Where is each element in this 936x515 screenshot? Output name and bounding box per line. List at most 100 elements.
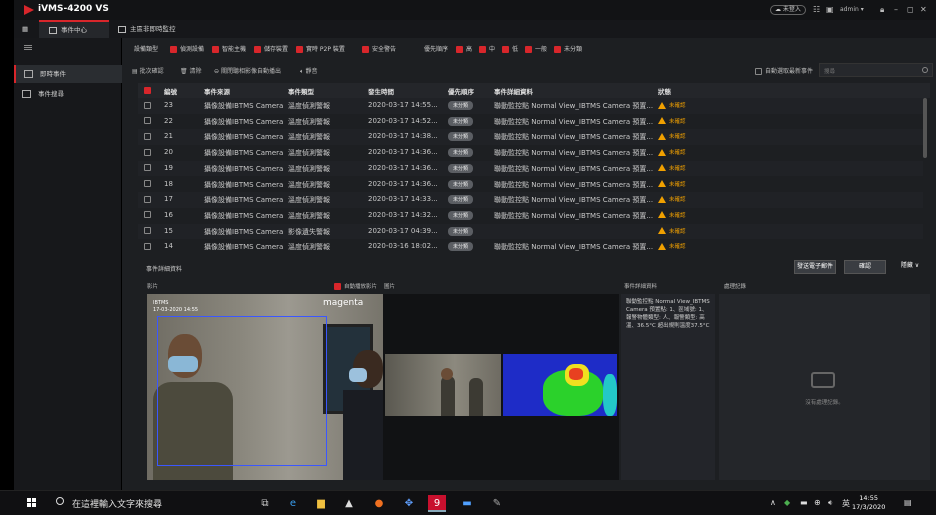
edge-icon[interactable]: e	[284, 495, 302, 512]
maximize-icon[interactable]: ◻	[907, 5, 914, 14]
col-header-detail[interactable]: 事件詳細資料	[494, 86, 533, 96]
ivms-taskbar-icon[interactable]: 9	[428, 495, 446, 512]
filter-type-0[interactable]: 偵測設備	[170, 44, 204, 53]
app-title: iVMS-4200 VS	[38, 4, 109, 14]
col-header-time[interactable]: 發生時間	[368, 86, 394, 96]
taskbar-search-input[interactable]: 在這裡輸入文字來搜尋	[72, 497, 162, 510]
checkbox-icon	[144, 242, 151, 250]
store-icon[interactable]: ▲	[340, 495, 358, 512]
autoplay-checkbox[interactable]: 自動播放影片	[334, 282, 377, 290]
priority-badge: 未分類	[448, 226, 474, 236]
row-checkbox[interactable]	[144, 195, 154, 203]
table-row[interactable]: 19 攝像設備IBTMS Camera ... 溫度偵測警報 2020-03-17 1…	[138, 160, 923, 177]
filter-type-1[interactable]: 智能主機	[212, 44, 246, 53]
row-checkbox[interactable]	[144, 211, 154, 219]
lock-icon[interactable]: 🔒︎	[880, 5, 884, 15]
cell-detail: 聯動監控點 Normal View_IBTMS Camera 預置...	[494, 164, 654, 173]
row-checkbox[interactable]	[144, 180, 154, 188]
checkbox-icon	[362, 46, 369, 53]
tool-icon[interactable]: ✎	[488, 495, 506, 512]
tray-app-icon[interactable]: ◆	[784, 498, 790, 507]
filter-priority-1[interactable]: 中	[479, 44, 495, 53]
sidebar-item-realtime-events[interactable]: 即時事件	[14, 65, 122, 83]
status-text: 未確認	[669, 165, 686, 172]
tray-chevron-icon[interactable]: ∧	[770, 498, 776, 507]
windows-start-icon[interactable]	[27, 498, 37, 508]
cell-time: 2020-03-17 14:33...	[368, 195, 438, 204]
sidebar-item-event-search[interactable]: 事件搜尋	[14, 85, 122, 103]
mute-button[interactable]: 🔈︎ 靜音	[300, 66, 318, 76]
table-scrollbar[interactable]	[923, 98, 927, 158]
network-icon[interactable]: ⊕	[814, 498, 821, 507]
confirm-button[interactable]: 確認	[844, 260, 886, 274]
user-menu[interactable]: admin ▾	[840, 6, 864, 13]
table-row[interactable]: 21 攝像設備IBTMS Camera ... 溫度偵測警報 2020-03-17 1…	[138, 129, 923, 146]
firefox-icon[interactable]: ●	[370, 495, 388, 512]
col-header-status[interactable]: 狀態	[658, 86, 671, 96]
task-view-icon[interactable]: ⧉	[256, 495, 274, 512]
filter-type-2[interactable]: 儲存裝置	[254, 44, 288, 53]
cell-no: 21	[164, 132, 173, 141]
priority-badge: 未分類	[448, 195, 474, 205]
login-status[interactable]: ☁ 未登入	[770, 5, 806, 15]
checkbox-icon	[212, 46, 219, 53]
table-row[interactable]: 16 攝像設備IBTMS Camera ... 溫度偵測警報 2020-03-17 1…	[138, 208, 923, 224]
file-explorer-icon[interactable]: ▆	[312, 495, 330, 512]
table-row[interactable]: 20 攝像設備IBTMS Camera ... 溫度偵測警報 2020-03-17 1…	[138, 145, 923, 161]
input-language[interactable]: 英	[842, 498, 850, 509]
monitor-icon[interactable]: ▣	[826, 5, 834, 14]
hide-details-button[interactable]: 隱藏 ∨	[894, 260, 926, 274]
auto-select-latest[interactable]: 自動選取最新事件	[755, 66, 813, 75]
event-video[interactable]: IBTMS 17-03-2020 14:55 magenta	[147, 294, 383, 480]
list-icon[interactable]: ☷	[813, 5, 820, 14]
filter-type-4[interactable]: 安全警告	[362, 44, 396, 53]
col-header-priority[interactable]: 優先順序	[448, 86, 474, 96]
close-icon[interactable]: ✕	[920, 5, 927, 14]
home-icon[interactable]: ▦	[14, 20, 38, 38]
col-header-source[interactable]: 事件來源	[204, 86, 230, 96]
tab-main-view[interactable]: 主區非即時監控	[114, 20, 214, 38]
search-input[interactable]: 搜尋	[819, 63, 933, 77]
title-bar: iVMS-4200 VS ☁ 未登入 ☷ ▣ admin ▾ 🔒︎ – ◻ ✕	[14, 0, 936, 20]
system-clock[interactable]: 14:55 17/3/2020	[852, 494, 885, 512]
clear-button[interactable]: 🗑︎ 清除	[180, 66, 202, 75]
menu-toggle[interactable]	[14, 38, 122, 56]
status-text: 未確認	[669, 197, 686, 204]
filter-priority-3[interactable]: 一般	[525, 44, 547, 53]
table-row[interactable]: 23 攝像設備IBTMS Camera ... 溫度偵測警報 2020-03-17 1…	[138, 98, 923, 114]
table-row[interactable]: 18 攝像設備IBTMS Camera ... 溫度偵測警報 2020-03-17 1…	[138, 177, 923, 193]
tab-event-center[interactable]: 事件中心	[39, 20, 109, 38]
row-checkbox[interactable]	[144, 117, 154, 125]
notification-icon[interactable]: ▤	[904, 498, 912, 507]
row-checkbox[interactable]	[144, 148, 154, 156]
visible-snapshot[interactable]	[385, 354, 501, 416]
filter-priority-2[interactable]: 低	[502, 44, 518, 53]
filter-type-3[interactable]: 實時 P2P 裝置	[296, 44, 345, 53]
app-icon[interactable]: ▬	[458, 495, 476, 512]
row-checkbox[interactable]	[144, 227, 154, 235]
checkbox-icon	[144, 148, 151, 156]
minimize-icon[interactable]: –	[894, 5, 898, 14]
table-row[interactable]: 14 攝像設備IBTMS Camera ... 溫度偵測警報 2020-03-16 1…	[138, 239, 923, 255]
dropbox-icon[interactable]: ✥	[400, 495, 418, 512]
filter-priority-4[interactable]: 未分類	[554, 44, 582, 53]
thermal-snapshot[interactable]	[503, 354, 617, 416]
record-label: 處理記錄	[724, 284, 747, 290]
col-header-no[interactable]: 編號	[164, 86, 177, 96]
filter-priority-0[interactable]: 高	[456, 44, 472, 53]
row-checkbox[interactable]	[144, 164, 154, 172]
popup-toggle-button[interactable]: ⊖ 關閉聽相影像自動播出	[214, 66, 281, 75]
select-all-checkbox[interactable]	[144, 86, 154, 94]
table-row[interactable]: 22 攝像設備IBTMS Camera ... 溫度偵測警報 2020-03-17 1…	[138, 114, 923, 130]
table-row[interactable]: 15 攝像設備IBTMS Camera 影像遺失警報 2020-03-17 04:39…	[138, 223, 923, 240]
checkbox-icon	[144, 164, 151, 172]
row-checkbox[interactable]	[144, 132, 154, 140]
col-header-type[interactable]: 事件類型	[288, 86, 314, 96]
battery-icon[interactable]: ▬	[800, 498, 808, 507]
batch-confirm-button[interactable]: ▤ 批次確認	[132, 66, 164, 75]
row-checkbox[interactable]	[144, 101, 154, 109]
table-row[interactable]: 17 攝像設備IBTMS Camera ... 溫度偵測警報 2020-03-17 1…	[138, 192, 923, 208]
row-checkbox[interactable]	[144, 242, 154, 250]
send-email-button[interactable]: 發送電子郵件	[794, 260, 836, 274]
volume-icon[interactable]: 🔉︎	[828, 498, 833, 508]
